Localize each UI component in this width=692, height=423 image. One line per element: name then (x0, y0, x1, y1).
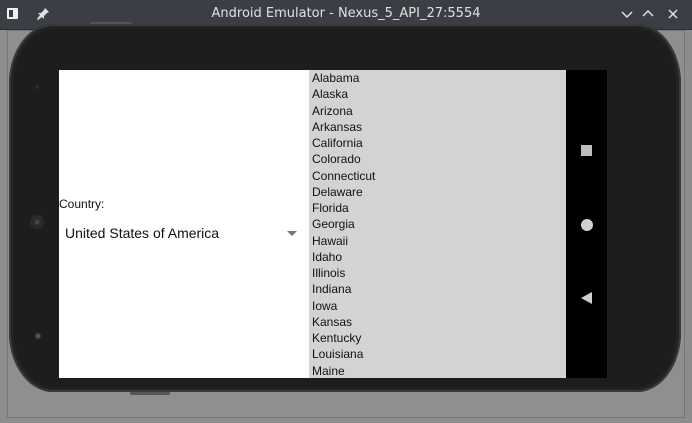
home-icon[interactable] (581, 219, 593, 231)
close-icon[interactable] (666, 6, 682, 22)
dropdown-arrow-icon[interactable] (287, 231, 297, 236)
list-item[interactable]: Georgia (309, 216, 566, 232)
list-item[interactable]: Indiana (309, 281, 566, 297)
list-item[interactable]: Colorado (309, 151, 566, 167)
country-spinner[interactable]: United States of America (59, 218, 309, 248)
window-title: Android Emulator - Nexus_5_API_27:5554 (211, 6, 481, 21)
list-item[interactable]: Louisiana (309, 346, 566, 362)
speaker-grill (30, 215, 44, 229)
chevron-up-icon[interactable] (641, 6, 657, 22)
list-item[interactable]: Arizona (309, 103, 566, 119)
list-item[interactable]: Iowa (309, 298, 566, 314)
form-pane: Country: United States of America (59, 70, 309, 378)
country-spinner-value: United States of America (65, 225, 220, 241)
list-item[interactable]: Idaho (309, 249, 566, 265)
state-list[interactable]: Alabama Alaska Arizona Arkansas California Co… (309, 70, 566, 378)
camera-dot (34, 332, 42, 340)
list-item[interactable]: Arkansas (309, 119, 566, 135)
list-item[interactable]: Hawaii (309, 233, 566, 249)
android-nav-bar (566, 70, 607, 378)
list-item[interactable]: Kentucky (309, 330, 566, 346)
android-screen: Country: United States of America Alabam… (59, 70, 566, 378)
list-item[interactable]: Alaska (309, 86, 566, 102)
list-item[interactable]: Alabama (309, 70, 566, 86)
back-icon[interactable] (581, 292, 592, 304)
country-label: Country: (59, 197, 105, 211)
list-item[interactable]: Illinois (309, 265, 566, 281)
list-item[interactable]: Florida (309, 200, 566, 216)
list-item[interactable]: Kansas (309, 314, 566, 330)
sensor-dot (35, 85, 39, 89)
list-item[interactable]: California (309, 135, 566, 151)
list-item[interactable]: Delaware (309, 184, 566, 200)
recent-apps-icon[interactable] (581, 145, 592, 156)
chevron-down-icon[interactable] (620, 6, 636, 22)
list-item[interactable]: Maine (309, 363, 566, 379)
list-item[interactable]: Connecticut (309, 168, 566, 184)
